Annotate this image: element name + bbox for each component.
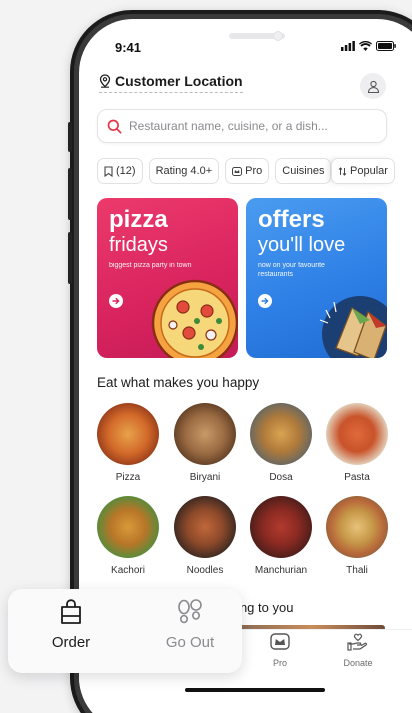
location-selector[interactable]: Customer Location [99,73,243,93]
side-button [68,122,72,152]
sort-icon [338,166,347,176]
user-icon [367,80,379,93]
dish-item-kachori[interactable]: Kachori [95,496,161,576]
banner-title: pizza [109,206,168,233]
mode-order-label: Order [51,634,91,651]
sort-popular-button[interactable]: Popular [331,158,395,184]
dish-label: Pizza [115,472,141,483]
tab-label: Donate [343,658,373,668]
dish-label: Dosa [269,472,293,483]
tab-pro[interactable]: Pro [250,633,310,668]
dish-label: Noodles [186,565,224,576]
promo-banner-pizza[interactable]: pizza fridays biggest pizza party in tow… [97,198,238,358]
wifi-icon [359,41,372,51]
profile-avatar[interactable] [360,73,386,99]
mode-goout-label: Go Out [165,634,215,651]
dish-item-biryani[interactable]: Biryani [172,403,238,483]
shopping-bag-icon [61,599,81,624]
search-input[interactable]: Restaurant name, cuisine, or a dish... [97,109,387,143]
camera-dot [273,31,283,41]
footsteps-icon [178,599,202,624]
mode-switch-card: Order Go Out [8,589,242,673]
dish-label: Thali [346,565,368,576]
page: 9:41 Customer Location Restaurant name, … [0,0,412,713]
banner-subtitle: fridays [109,234,168,256]
sort-label: Popular [350,165,388,177]
filter-bar: (12) Rating 4.0+ Pro Cuisines [97,158,332,184]
dish-label: Pasta [344,472,370,483]
filter-chip-label: Pro [245,165,263,177]
location-pin-icon [99,74,111,88]
mode-order-button[interactable]: Order [31,599,111,651]
signal-icon [341,41,355,51]
donate-hand-icon [347,633,368,651]
filter-chip-cuisines[interactable]: Cuisines [275,158,332,184]
status-icons [341,41,396,51]
filter-chip-pro[interactable]: Pro [225,158,270,184]
search-icon [107,119,122,133]
dish-item-dosa[interactable]: Dosa [248,403,314,483]
side-button [68,168,72,220]
manchurian-image [250,496,312,558]
search-placeholder: Restaurant name, cuisine, or a dish... [129,119,328,133]
filter-chip-label: Cuisines [282,165,325,177]
status-time: 9:41 [115,40,142,55]
dish-item-pizza[interactable]: Pizza [95,403,161,483]
pro-icon [232,166,243,176]
dish-label: Biryani [189,472,221,483]
promo-banner-offers[interactable]: offers you'll love now on your favourite… [246,198,387,358]
bookmark-icon [104,165,113,177]
thali-image [326,496,388,558]
banner-note: biggest pizza party in town [109,262,192,269]
pizza-image [97,403,159,465]
location-label: Customer Location [115,73,243,89]
banner-arrow-icon [109,294,123,308]
tab-donate[interactable]: Donate [328,633,388,668]
banner-subtitle: you'll love [258,234,346,256]
pro-crown-icon [270,633,290,650]
dish-label: Kachori [111,565,145,576]
pizza-illustration [151,279,238,358]
wrap-illustration [319,296,387,358]
section-title: Eat what makes you happy [97,375,260,390]
banner-note: now on your favourite restaurants [258,262,325,278]
noodles-image [174,496,236,558]
filter-chip-label: (12) [116,165,136,177]
pasta-image [326,403,388,465]
filter-chip-bookmarks[interactable]: (12) [97,158,143,184]
side-button [68,232,72,284]
home-indicator [185,688,325,692]
kachori-image [97,496,159,558]
banner-arrow-icon [258,294,272,308]
dish-item-manchurian[interactable]: Manchurian [248,496,314,576]
banner-title: offers [258,206,325,233]
dish-item-thali[interactable]: Thali [324,496,390,576]
tab-label: Pro [272,658,287,668]
dosa-image [250,403,312,465]
filter-chip-rating[interactable]: Rating 4.0+ [148,158,220,184]
dish-item-pasta[interactable]: Pasta [324,403,390,483]
filter-chip-label: Rating 4.0+ [155,165,213,177]
biryani-image [174,403,236,465]
dish-item-noodles[interactable]: Noodles [172,496,238,576]
dish-label: Manchurian [254,565,308,576]
mode-goout-button[interactable]: Go Out [150,599,230,651]
battery-icon [376,41,396,51]
